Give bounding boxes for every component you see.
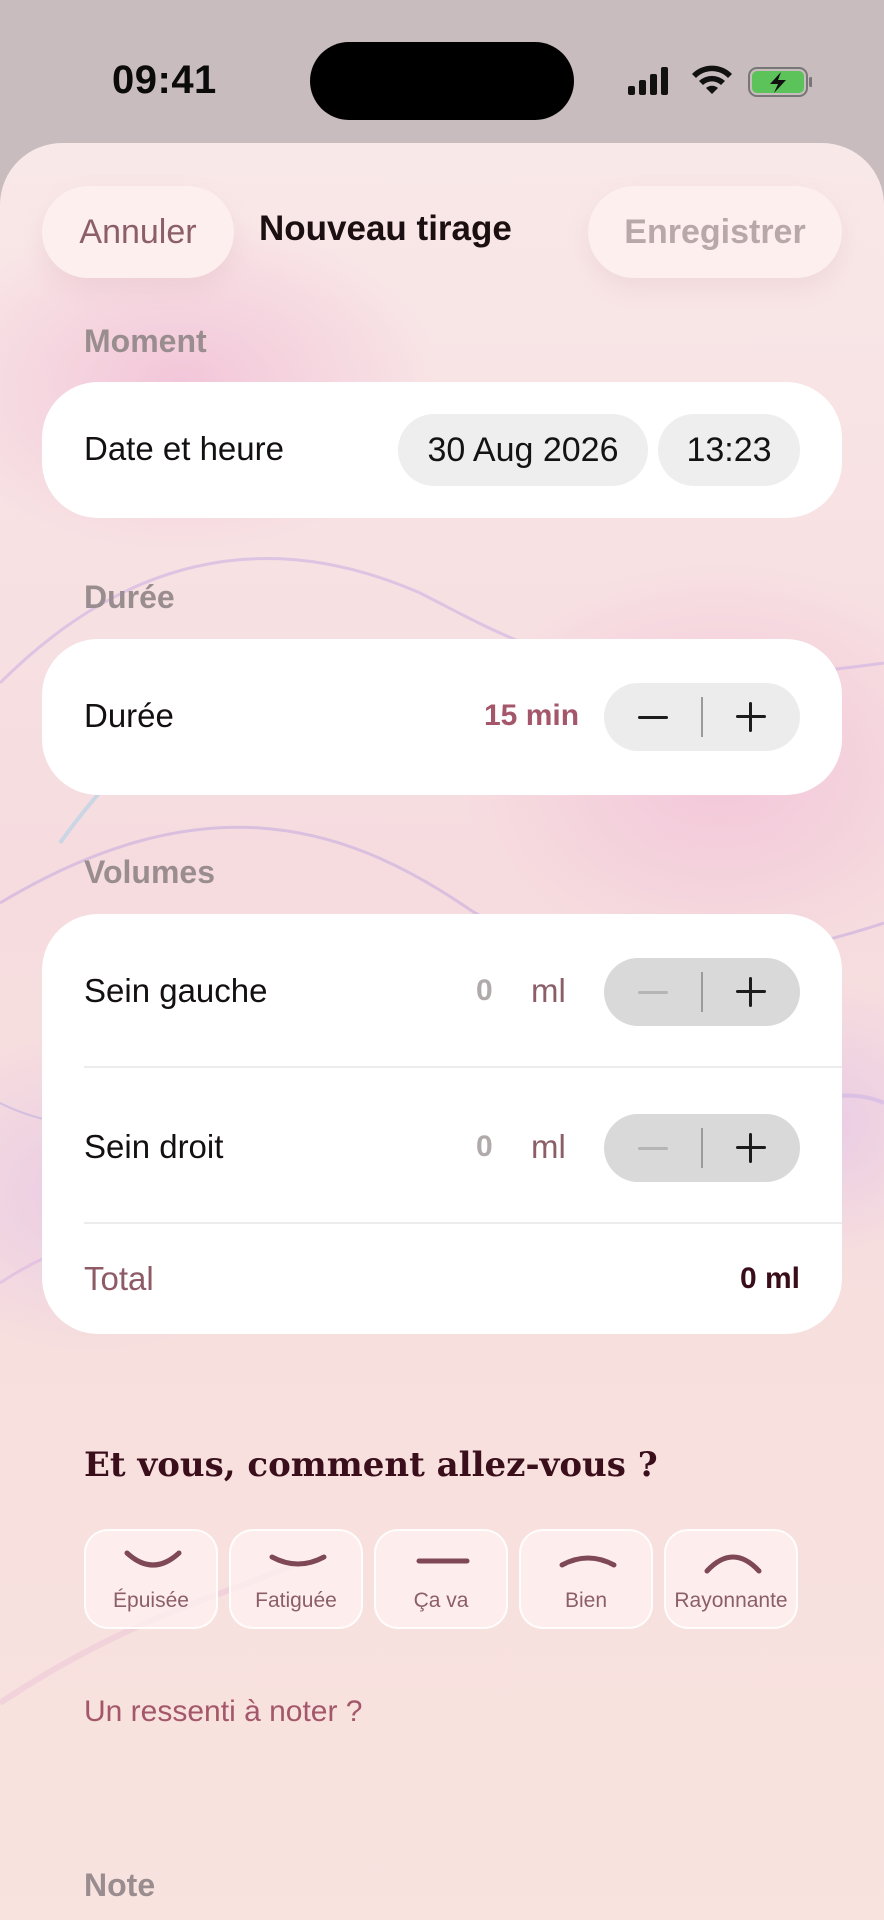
section-label-moment: Moment	[84, 323, 207, 359]
row-divider	[84, 1222, 842, 1224]
total-value: 0 ml	[739, 1262, 800, 1295]
wifi-icon	[692, 65, 732, 94]
frown-icon	[269, 1554, 327, 1567]
battery-charging-icon	[748, 67, 812, 97]
save-button[interactable]: Enregistrer	[588, 186, 842, 278]
status-time: 09:41	[112, 58, 217, 102]
duration-value: 15 min	[484, 699, 580, 732]
right-breast-label: Sein droit	[84, 1128, 224, 1165]
duration-stepper	[604, 683, 800, 751]
mood-label: Rayonnante	[674, 1589, 788, 1612]
moment-card: Date et heure 30 Aug 2026 13:23	[42, 382, 842, 518]
cellular-signal-icon	[628, 67, 668, 95]
total-label: Total	[84, 1260, 154, 1297]
section-label-volumes: Volumes	[84, 854, 215, 890]
duration-label: Durée	[84, 697, 174, 734]
left-breast-value: 0	[476, 974, 493, 1007]
mood-option-rayonnante[interactable]: Rayonnante	[664, 1529, 798, 1629]
new-session-sheet: Annuler Nouveau tirage Enregistrer Momen…	[0, 143, 884, 1920]
right-breast-unit: ml	[531, 1128, 566, 1165]
minus-icon	[638, 990, 668, 994]
mood-label: Fatiguée	[255, 1589, 337, 1612]
page-title: Nouveau tirage	[259, 209, 512, 248]
minus-icon	[638, 1146, 668, 1150]
dynamic-island	[310, 42, 574, 120]
feeling-note-link[interactable]: Un ressenti à noter ?	[84, 1695, 362, 1729]
frown-deep-icon	[124, 1550, 182, 1568]
smile-icon	[559, 1555, 617, 1568]
left-breast-unit: ml	[531, 972, 566, 1009]
left-breast-label: Sein gauche	[84, 972, 268, 1009]
right-breast-value: 0	[476, 1130, 493, 1163]
mood-option-epuisee[interactable]: Épuisée	[84, 1529, 218, 1629]
mood-question: Et vous, comment allez-vous ?	[84, 1445, 658, 1485]
neutral-icon	[416, 1558, 470, 1564]
left-increment-button[interactable]	[702, 958, 800, 1026]
cancel-button[interactable]: Annuler	[42, 186, 234, 278]
mood-label: Ça va	[413, 1589, 469, 1612]
left-breast-stepper	[604, 958, 800, 1026]
right-increment-button[interactable]	[702, 1114, 800, 1182]
right-decrement-button[interactable]	[604, 1114, 702, 1182]
mood-option-bien[interactable]: Bien	[519, 1529, 653, 1629]
date-time-label: Date et heure	[84, 430, 284, 467]
smile-wide-icon	[704, 1554, 762, 1574]
plus-icon	[736, 1133, 766, 1163]
mood-option-ca-va[interactable]: Ça va	[374, 1529, 508, 1629]
minus-icon	[638, 715, 668, 719]
mood-label: Épuisée	[113, 1589, 189, 1612]
right-breast-stepper	[604, 1114, 800, 1182]
status-bar: 09:41	[0, 0, 884, 150]
duration-card: Durée 15 min	[42, 639, 842, 795]
row-divider	[84, 1066, 842, 1068]
status-icons	[628, 65, 812, 97]
mood-option-fatiguee[interactable]: Fatiguée	[229, 1529, 363, 1629]
time-picker-button[interactable]: 13:23	[658, 414, 800, 486]
date-picker-button[interactable]: 30 Aug 2026	[398, 414, 648, 486]
mood-label: Bien	[564, 1589, 608, 1612]
section-label-duration: Durée	[84, 579, 175, 615]
plus-icon	[736, 977, 766, 1007]
plus-icon	[736, 702, 766, 732]
volumes-card: Sein gauche 0 ml Sein droit 0 ml Total 0…	[42, 914, 842, 1334]
section-label-note: Note	[84, 1867, 156, 1903]
left-decrement-button[interactable]	[604, 958, 702, 1026]
duration-increment-button[interactable]	[702, 683, 800, 751]
duration-decrement-button[interactable]	[604, 683, 702, 751]
